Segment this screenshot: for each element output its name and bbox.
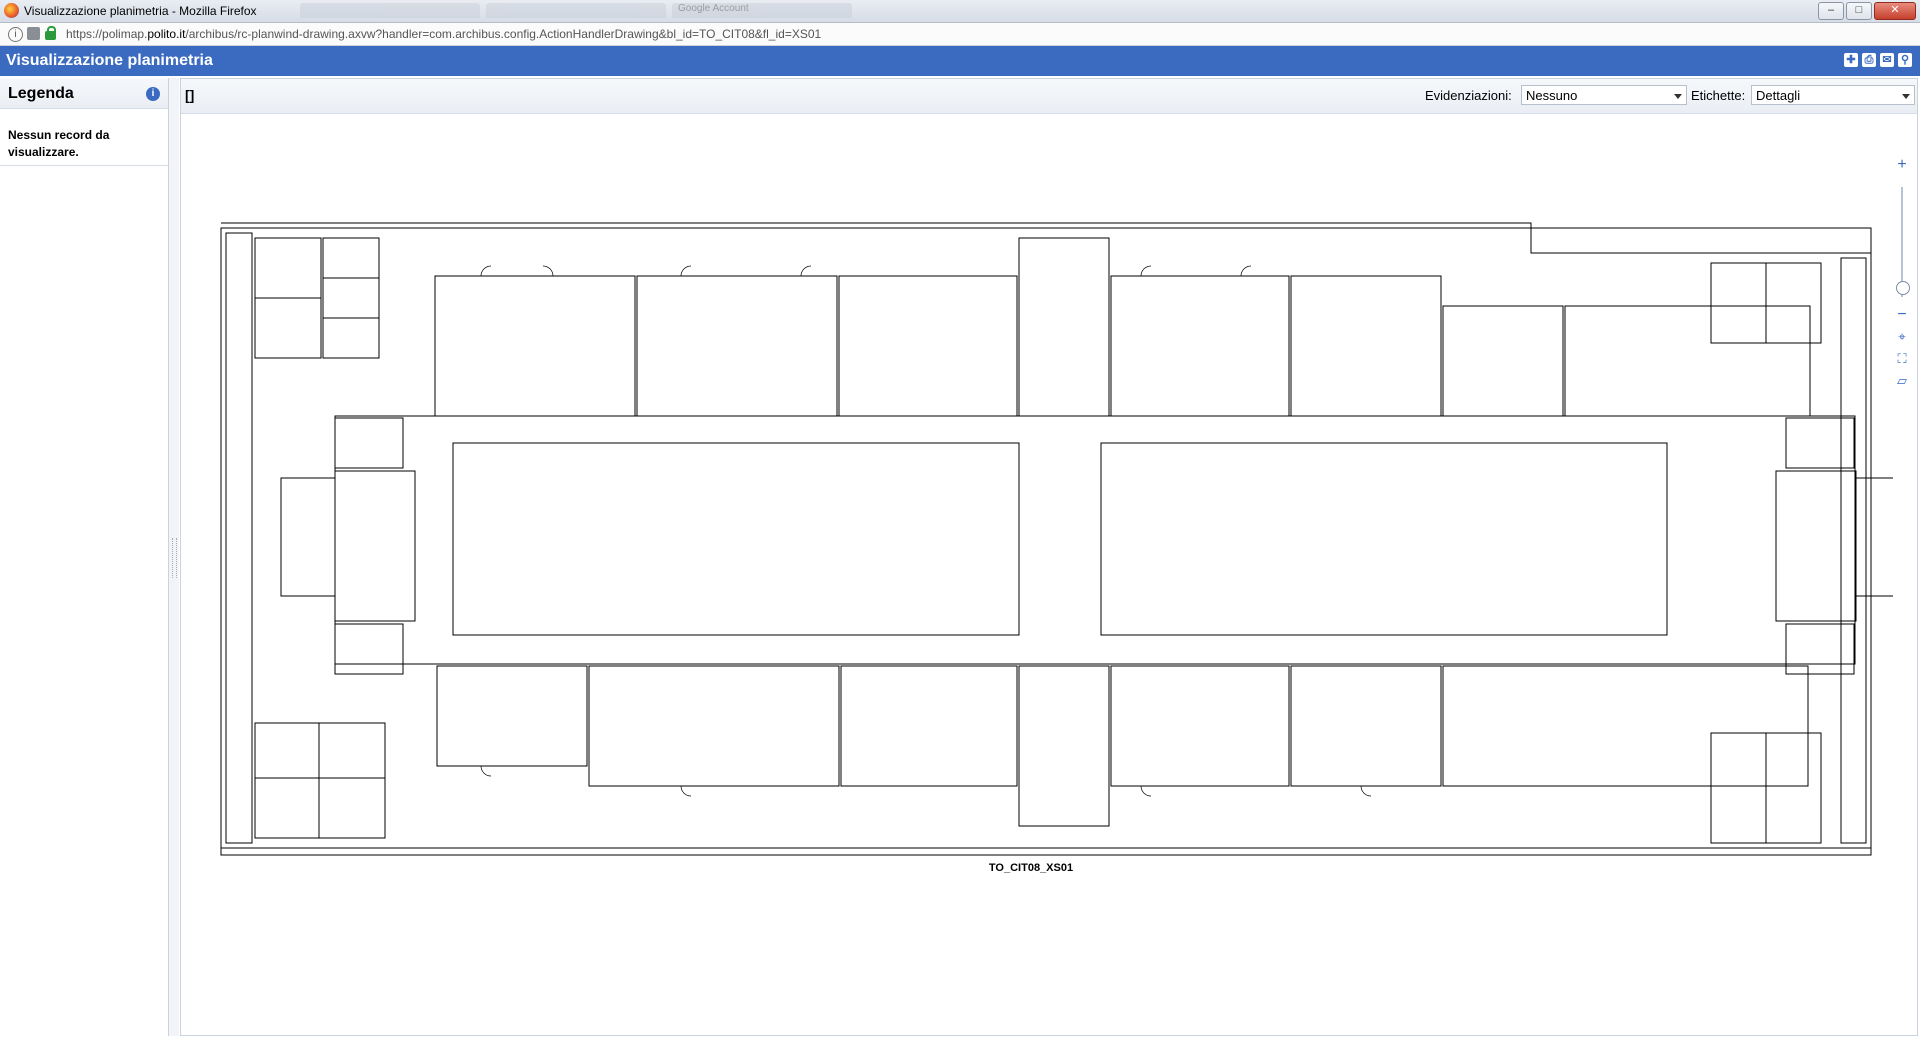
- room-002: [434, 275, 636, 417]
- stair-east: [1775, 470, 1857, 622]
- firefox-icon: [4, 3, 19, 18]
- drawing-panel: [] Evidenziazioni: Nessuno Etichette: De…: [180, 78, 1918, 1036]
- labels-select[interactable]: Dettagli: [1751, 85, 1915, 105]
- highlight-label: Evidenziazioni:: [1425, 88, 1512, 103]
- door-swing: [680, 265, 692, 277]
- room-007: [840, 665, 1018, 787]
- lock-icon[interactable]: [45, 26, 56, 40]
- west-corridor: [225, 232, 253, 844]
- room-010: [1290, 275, 1442, 417]
- browser-tab[interactable]: [300, 3, 480, 18]
- browser-tabs: Google Account: [300, 3, 900, 19]
- door-swing: [1240, 265, 1252, 277]
- maximize-button[interactable]: □: [1846, 2, 1872, 20]
- room-009: [1110, 665, 1290, 787]
- selection-bracket: []: [185, 87, 195, 103]
- central-hall: [334, 415, 1856, 665]
- info-icon[interactable]: i: [146, 87, 160, 101]
- header-tools: ✚ ⎙ ✉ ⚲: [1844, 53, 1912, 67]
- room-003: [436, 665, 588, 767]
- labels-label: Etichette:: [1691, 88, 1746, 103]
- zoom-in-button[interactable]: +: [1893, 157, 1911, 173]
- browser-tab[interactable]: Google Account: [672, 3, 852, 18]
- drawing-toolbar: [] Evidenziazioni: Nessuno Etichette: De…: [181, 79, 1917, 114]
- mail-icon[interactable]: ✉: [1880, 53, 1894, 67]
- room-024: [1785, 417, 1855, 469]
- restroom-block-nw: [322, 237, 380, 359]
- legend-title: Legenda: [8, 85, 74, 102]
- door-swing: [542, 265, 554, 277]
- room-013: [1442, 665, 1809, 787]
- floorplan-label: TO_CIT08_XS01: [989, 862, 1073, 874]
- room-005: [588, 665, 840, 787]
- page-icon: [27, 27, 40, 40]
- minimize-button[interactable]: –: [1818, 2, 1844, 20]
- info-icon[interactable]: i: [8, 27, 23, 42]
- url-domain: polito.it: [147, 27, 186, 41]
- door-swing: [800, 265, 812, 277]
- restroom-block-sw: [254, 722, 386, 839]
- room-004: [636, 275, 838, 417]
- page-title: Visualizzazione planimetria: [6, 52, 213, 69]
- empty-message: Nessun record da visualizzare.: [0, 109, 168, 166]
- room-001-atrio: [1018, 665, 1110, 827]
- chevron-down-icon: [1902, 94, 1910, 99]
- window-titlebar: Visualizzazione planimetria - Mozilla Fi…: [0, 0, 1920, 23]
- drawing-canvas[interactable]: TO_CIT08_XS01 + − ⌖ ⛶ ▱: [181, 113, 1917, 1035]
- browser-tab[interactable]: [486, 3, 666, 18]
- fit-extent-icon[interactable]: ⛶: [1893, 351, 1911, 367]
- close-button[interactable]: ✕: [1874, 2, 1916, 20]
- expand-icon[interactable]: ✚: [1844, 53, 1858, 67]
- room-012: [1564, 305, 1811, 417]
- room-011: [1290, 665, 1442, 787]
- clear-icon[interactable]: ▱: [1893, 373, 1911, 389]
- door-swing: [1140, 265, 1152, 277]
- url-path: /archibus/rc-planwind-drawing.axvw?handl…: [185, 27, 822, 41]
- room-016-atrio: [1018, 237, 1110, 417]
- crosshair-icon[interactable]: ⌖: [1893, 329, 1911, 345]
- door-swing: [1140, 785, 1152, 797]
- hall-panel-west: [452, 442, 1020, 636]
- door-swing: [1360, 785, 1372, 797]
- east-corridor: [1840, 257, 1867, 844]
- print-icon[interactable]: ⎙: [1862, 53, 1876, 67]
- legend-header: Legenda i: [0, 78, 168, 109]
- room-006: [838, 275, 1018, 417]
- zoom-slider-handle[interactable]: [1896, 281, 1910, 295]
- floor-plan-drawing[interactable]: TO_CIT08_XS01: [181, 113, 1893, 1035]
- stair-west-outer: [280, 477, 336, 597]
- room-014: [334, 417, 404, 469]
- network-icon[interactable]: ⚲: [1898, 53, 1912, 67]
- url-text[interactable]: https://polimap.polito.it/archibus/rc-pl…: [66, 27, 821, 41]
- url-bar[interactable]: i https://polimap.polito.it/archibus/rc-…: [0, 23, 1920, 46]
- door-swing: [680, 785, 692, 797]
- url-prefix: https://polimap.: [66, 27, 148, 41]
- app-header: Visualizzazione planimetria ✚ ⎙ ✉ ⚲: [0, 46, 1920, 76]
- highlight-value: Nessuno: [1526, 88, 1578, 103]
- window-title: Visualizzazione planimetria - Mozilla Fi…: [24, 4, 257, 18]
- door-swing: [480, 765, 492, 777]
- room-015: [334, 623, 404, 675]
- stair-east-outer: [1855, 477, 1893, 597]
- building-outline: [220, 227, 1872, 856]
- hall-panel-east: [1100, 442, 1668, 636]
- room-corridor-n: [1442, 305, 1564, 417]
- legend-panel: Legenda i Nessun record da visualizzare.: [0, 78, 170, 1036]
- door-swing: [480, 265, 492, 277]
- zoom-out-button[interactable]: −: [1893, 307, 1911, 323]
- window-controls: – □ ✕: [1818, 2, 1916, 20]
- labels-value: Dettagli: [1756, 88, 1801, 103]
- chevron-down-icon: [1674, 94, 1682, 99]
- room-008: [1110, 275, 1290, 417]
- panel-splitter[interactable]: [169, 78, 179, 1036]
- stair-west: [334, 470, 416, 622]
- highlight-select[interactable]: Nessuno: [1521, 85, 1687, 105]
